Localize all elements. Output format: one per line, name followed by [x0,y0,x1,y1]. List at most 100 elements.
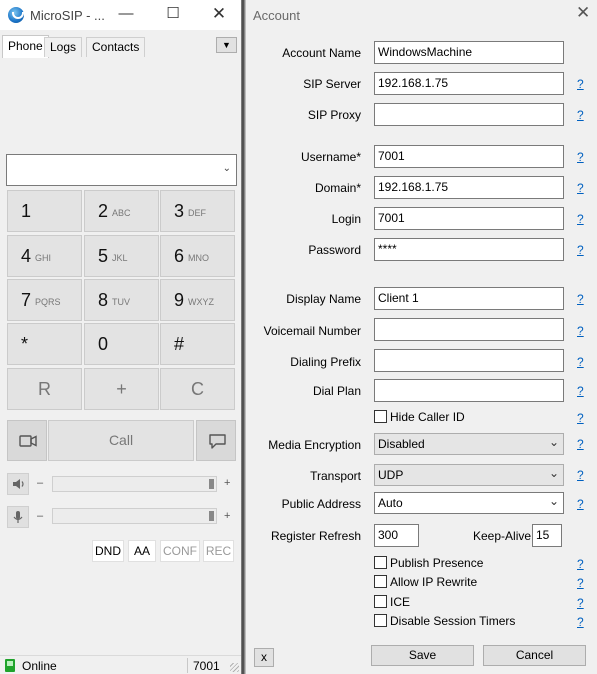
video-call-button[interactable] [7,420,47,461]
allow-ip-rewrite-checkbox[interactable] [374,575,387,588]
key-7[interactable]: 7 PQRS [7,279,82,321]
hide-caller-id-help-link[interactable]: ? [577,411,584,425]
password-help-link[interactable]: ? [577,243,584,257]
minimize-icon[interactable]: — [103,0,149,30]
call-button[interactable]: Call [48,420,194,461]
dialog-title: Account [253,8,300,23]
speaker-volume-plus: + [224,477,231,489]
sip-proxy-label: SIP Proxy [307,108,361,122]
voicemail-number-input[interactable] [374,318,564,341]
ice-label[interactable]: ICE [390,595,410,609]
slider-thumb[interactable] [209,511,214,521]
ice-checkbox[interactable] [374,595,387,608]
plus-button[interactable]: + [84,368,159,410]
close-icon[interactable]: ✕ [576,3,590,23]
dial-plan-input[interactable] [374,379,564,402]
ice-help-link[interactable]: ? [577,596,584,610]
key-5[interactable]: 5 JKL [84,235,159,277]
tab-contacts[interactable]: Contacts [86,37,146,57]
key-3[interactable]: 3 DEF [160,190,235,232]
publish-presence-label[interactable]: Publish Presence [390,556,483,570]
allow-ip-rewrite-help-link[interactable]: ? [577,576,584,590]
sip-proxy-input[interactable] [374,103,564,126]
hide-caller-id-label[interactable]: Hide Caller ID [390,410,465,424]
hide-caller-id-checkbox[interactable] [374,410,387,423]
sip-server-input[interactable]: 192.168.1.75 [374,72,564,95]
transport-select[interactable]: UDP ⌄ [374,464,564,486]
mic-volume-minus: – [37,510,44,522]
status-text[interactable]: Online [22,659,57,673]
sip-server-help-link[interactable]: ? [577,77,584,91]
key-6[interactable]: 6 MNO [160,235,235,277]
transport-help-link[interactable]: ? [577,468,584,482]
microphone-mute-button[interactable] [7,506,29,528]
voicemail-number-help-link[interactable]: ? [577,324,584,338]
transport-value: UDP [378,468,404,482]
key-9[interactable]: 9 WXYZ [160,279,235,321]
record-button[interactable]: REC [203,540,234,562]
register-refresh-input[interactable]: 300 [374,524,419,547]
disable-session-timers-label[interactable]: Disable Session Timers [390,614,515,628]
mic-volume-slider[interactable] [52,508,217,524]
public-address-combobox[interactable]: Auto ⌄ [374,492,564,514]
username-help-link[interactable]: ? [577,150,584,164]
register-refresh-label: Register Refresh [270,529,361,543]
media-encryption-help-link[interactable]: ? [577,437,584,451]
password-input[interactable]: **** [374,238,564,261]
tab-bar: Phone Logs Contacts [0,35,241,58]
allow-ip-rewrite-label[interactable]: Allow IP Rewrite [390,575,477,589]
chevron-down-icon: ⌄ [222,163,231,174]
login-input[interactable]: 7001 [374,207,564,230]
disable-session-timers-help-link[interactable]: ? [577,615,584,629]
remove-account-button[interactable]: x [254,648,274,667]
key-4[interactable]: 4 GHI [7,235,82,277]
save-button[interactable]: Save [371,645,474,666]
tabs-menu-chevron-down-icon[interactable]: ▼ [216,37,237,53]
sip-server-label: SIP Server [303,77,361,91]
login-help-link[interactable]: ? [577,212,584,226]
speaker-volume-minus: – [37,477,44,489]
resize-grip-icon[interactable] [230,663,239,672]
sip-proxy-help-link[interactable]: ? [577,108,584,122]
maximize-icon[interactable]: ☐ [150,0,196,30]
public-address-help-link[interactable]: ? [577,497,584,511]
dialing-prefix-input[interactable] [374,349,564,372]
status-extension: 7001 [193,659,220,673]
display-name-help-link[interactable]: ? [577,292,584,306]
disable-session-timers-checkbox[interactable] [374,614,387,627]
key-1[interactable]: 1 [7,190,82,232]
key-8[interactable]: 8 TUV [84,279,159,321]
dial-plan-help-link[interactable]: ? [577,384,584,398]
message-button[interactable] [196,420,236,461]
cancel-button[interactable]: Cancel [483,645,586,666]
redial-button[interactable]: R [7,368,82,410]
media-encryption-select[interactable]: Disabled ⌄ [374,433,564,455]
dnd-button[interactable]: DND [92,540,124,562]
slider-thumb[interactable] [209,479,214,489]
voicemail-number-label: Voicemail Number [263,324,361,338]
dial-number-combobox[interactable]: ⌄ [6,154,237,186]
domain-input[interactable]: 192.168.1.75 [374,176,564,199]
publish-presence-help-link[interactable]: ? [577,557,584,571]
conference-button[interactable]: CONF [160,540,200,562]
key-2[interactable]: 2 ABC [84,190,159,232]
clear-button[interactable]: C [160,368,235,410]
dial-plan-label: Dial Plan [312,384,361,398]
username-input[interactable]: 7001 [374,145,564,168]
auto-answer-button[interactable]: AA [128,540,156,562]
domain-help-link[interactable]: ? [577,181,584,195]
key-0[interactable]: 0 [84,323,159,365]
close-icon[interactable]: ✕ [196,0,241,30]
account-name-input[interactable]: WindowsMachine [374,41,564,64]
tab-logs[interactable]: Logs [44,37,83,57]
tab-phone[interactable]: Phone [2,35,49,58]
speaker-volume-slider[interactable] [52,476,217,492]
publish-presence-checkbox[interactable] [374,556,387,569]
key-star[interactable]: * [7,323,82,365]
key-hash[interactable]: # [160,323,235,365]
display-name-input[interactable]: Client 1 [374,287,564,310]
speaker-mute-button[interactable] [7,473,29,495]
online-status-icon[interactable] [5,659,15,672]
keep-alive-input[interactable]: 15 [532,524,562,547]
dialing-prefix-help-link[interactable]: ? [577,355,584,369]
